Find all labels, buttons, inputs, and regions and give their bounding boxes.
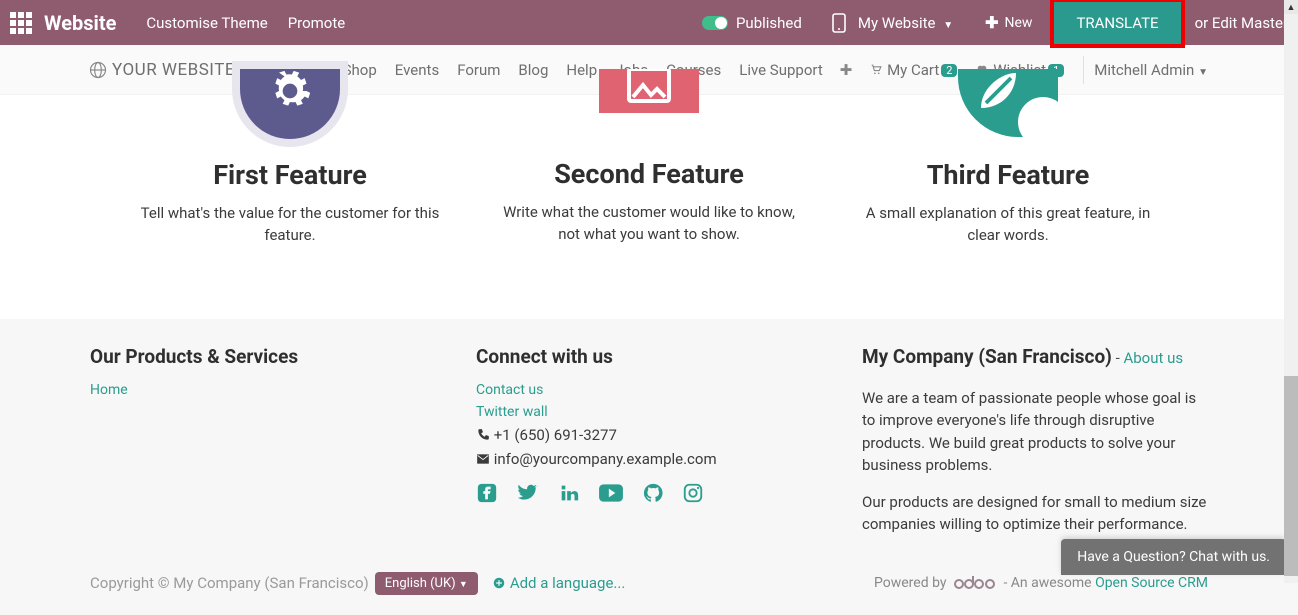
chevron-down-icon: ▼: [459, 580, 468, 590]
leaf-icon: [958, 69, 1058, 137]
phone-text: +1 (650) 691-3277: [494, 426, 617, 444]
youtube-icon[interactable]: [598, 482, 624, 504]
company-name: My Company (San Francisco): [862, 345, 1112, 368]
about-paragraph-2: Our products are designed for small to m…: [862, 491, 1208, 536]
plus-circle-icon: [492, 576, 506, 590]
language-label: English (UK): [385, 576, 456, 591]
email-text: info@yourcompany.example.com: [494, 450, 717, 468]
phone-icon: [476, 428, 490, 442]
feature-2-title: Second Feature: [499, 158, 799, 190]
twitter-wall-link[interactable]: Twitter wall: [476, 404, 548, 420]
contact-us-link[interactable]: Contact us: [476, 382, 543, 398]
social-icons: [476, 482, 822, 504]
about-paragraph-1: We are a team of passionate people whose…: [862, 387, 1208, 477]
app-brand[interactable]: Website: [44, 11, 116, 35]
feature-1-title: First Feature: [140, 159, 440, 191]
footer-connect-heading: Connect with us: [476, 345, 822, 368]
feature-3-title: Third Feature: [858, 159, 1158, 191]
customise-theme-link[interactable]: Customise Theme: [146, 14, 267, 32]
plus-icon: ✚: [985, 13, 998, 32]
instagram-icon[interactable]: [682, 482, 704, 504]
scrollbar-thumb[interactable]: [1284, 376, 1298, 576]
footer-home-link[interactable]: Home: [90, 382, 128, 398]
footer-products: Our Products & Services Home: [90, 345, 436, 550]
my-website-dropdown[interactable]: My Website ▼: [858, 14, 953, 32]
new-label: New: [1005, 15, 1033, 31]
feature-3: Third Feature A small explanation of thi…: [858, 69, 1158, 247]
scrollbar-up-arrow[interactable]: ▲: [1284, 0, 1298, 14]
nav-forum[interactable]: Forum: [457, 61, 500, 79]
chevron-down-icon: ▼: [1198, 67, 1208, 78]
chevron-down-icon: ▼: [943, 20, 953, 31]
awesome-text: - An awesome: [1003, 575, 1095, 591]
gear-icon: [240, 69, 340, 139]
mobile-icon[interactable]: [832, 13, 846, 33]
email-line: info@yourcompany.example.com: [476, 450, 822, 468]
promote-link[interactable]: Promote: [288, 14, 346, 32]
features-row: First Feature Tell what's the value for …: [0, 69, 1298, 247]
image-icon: [599, 69, 699, 113]
footer-connect: Connect with us Contact us Twitter wall …: [476, 345, 822, 550]
feature-2-desc: Write what the customer would like to kn…: [499, 202, 799, 246]
published-toggle[interactable]: [702, 16, 728, 30]
powered-text: Powered by - An awesome Open Source CRM: [874, 575, 1208, 591]
phone-line: +1 (650) 691-3277: [476, 426, 822, 444]
globe-icon: [88, 60, 108, 80]
language-select[interactable]: English (UK) ▼: [375, 572, 478, 595]
translate-button[interactable]: TRANSLATE: [1050, 0, 1184, 48]
add-language-label: Add a language...: [510, 574, 626, 592]
add-language-link[interactable]: Add a language...: [492, 574, 626, 592]
edit-master-link[interactable]: or Edit Master: [1195, 14, 1288, 32]
my-website-label: My Website: [858, 14, 936, 32]
about-dash: -: [1112, 349, 1124, 367]
admin-topbar: Website Customise Theme Promote Publishe…: [0, 0, 1298, 45]
github-icon[interactable]: [642, 482, 664, 504]
feature-1: First Feature Tell what's the value for …: [140, 69, 440, 247]
footer-about: My Company (San Francisco) - About us We…: [862, 345, 1208, 550]
linkedin-icon[interactable]: [558, 482, 580, 504]
new-button[interactable]: ✚ New: [985, 13, 1032, 32]
add-menu-icon[interactable]: ✚: [840, 61, 853, 79]
twitter-icon[interactable]: [516, 482, 540, 504]
published-label: Published: [736, 14, 802, 32]
about-us-link[interactable]: About us: [1123, 349, 1183, 367]
odoo-logo[interactable]: [954, 576, 996, 590]
feature-2: Second Feature Write what the customer w…: [499, 69, 799, 247]
feature-1-desc: Tell what's the value for the customer f…: [140, 203, 440, 247]
powered-prefix: Powered by: [874, 575, 950, 591]
apps-icon[interactable]: [10, 12, 32, 34]
feature-3-desc: A small explanation of this great featur…: [858, 203, 1158, 247]
open-source-crm-link[interactable]: Open Source CRM: [1095, 575, 1208, 591]
facebook-icon[interactable]: [476, 482, 498, 504]
chat-widget[interactable]: Have a Question? Chat with us.: [1061, 539, 1286, 575]
footer: Our Products & Services Home Connect wit…: [0, 319, 1298, 564]
envelope-icon: [476, 452, 490, 466]
footer-products-heading: Our Products & Services: [90, 345, 436, 368]
copyright-text: Copyright © My Company (San Francisco): [90, 574, 369, 592]
